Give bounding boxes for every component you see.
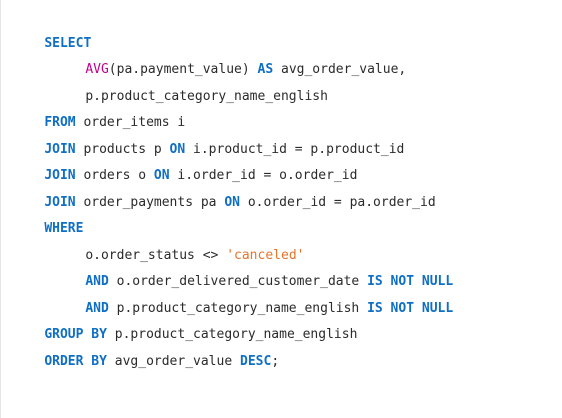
- code-line-status-filter: o.order_status <> 'canceled': [1, 216, 562, 263]
- token-keyword: JOIN: [44, 194, 76, 210]
- token-text: (pa.payment_value): [108, 62, 258, 77]
- token-text: p.product_category_name_english: [106, 327, 358, 342]
- token-text: order_items i: [75, 115, 186, 130]
- token-text: avg_order_value,: [273, 62, 407, 77]
- token-keyword: WHERE: [44, 221, 84, 236]
- token-text: p.product_category_name_english: [108, 300, 368, 316]
- token-text: o.order_delivered_customer_date: [108, 274, 368, 289]
- token-text: products p: [75, 141, 170, 157]
- token-keyword: IS NOT NULL: [367, 300, 454, 316]
- token-string: 'canceled': [226, 247, 305, 263]
- token-text: o.order_status <>: [85, 247, 227, 263]
- token-keyword: FROM: [44, 115, 76, 130]
- token-keyword: DESC: [240, 353, 272, 369]
- token-function: AVG: [85, 62, 109, 77]
- token-keyword: AND: [85, 300, 109, 316]
- token-text: o.order_id = pa.order_id: [240, 194, 436, 210]
- token-text: p.product_category_name_english: [85, 88, 328, 104]
- token-keyword: JOIN: [44, 141, 76, 157]
- token-text: i.product_id = p.product_id: [185, 141, 405, 157]
- token-keyword: JOIN: [44, 168, 76, 183]
- code-line-select: SELECT: [1, 4, 562, 51]
- token-text: order_payments pa: [75, 194, 225, 210]
- token-keyword: GROUP BY: [44, 327, 107, 342]
- token-text: orders o: [75, 168, 154, 183]
- token-text: ;: [271, 353, 280, 369]
- token-keyword: ON: [169, 141, 186, 157]
- token-keyword: IS NOT NULL: [367, 274, 454, 289]
- token-keyword: AND: [85, 274, 109, 289]
- token-text: i.order_id = o.order_id: [169, 168, 358, 183]
- token-keyword: AS: [257, 62, 274, 77]
- token-keyword: SELECT: [44, 35, 92, 51]
- token-keyword: ON: [224, 194, 240, 210]
- token-keyword: ON: [153, 168, 170, 183]
- sql-code-block: SELECT AVG(pa.payment_value) AS avg_orde…: [0, 0, 562, 418]
- token-keyword: ORDER BY: [44, 353, 107, 369]
- token-text: avg_order_value: [106, 353, 240, 369]
